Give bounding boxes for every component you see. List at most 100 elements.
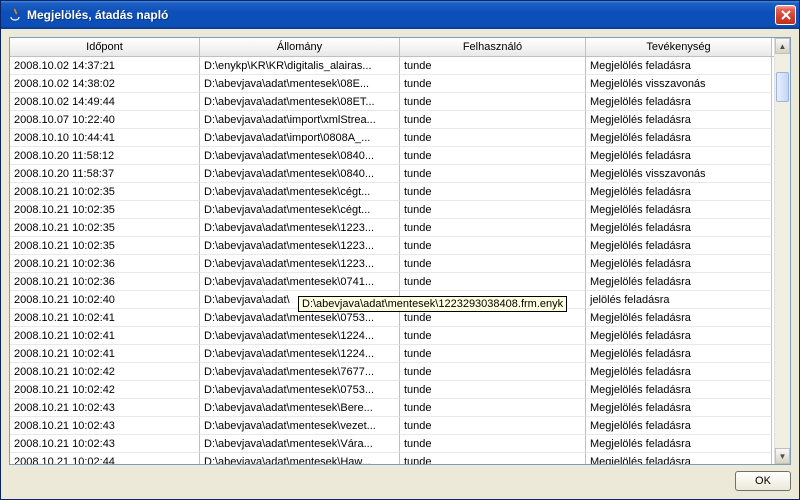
titlebar[interactable]: Megjelölés, átadás napló [1,1,799,29]
table-cell: tunde [400,417,586,435]
table-row[interactable]: 2008.10.10 10:44:41D:\abevjava\adat\impo… [10,129,790,147]
cell-tooltip: D:\abevjava\adat\mentesek\1223293038408.… [298,296,567,312]
table-cell: Megjelölés feladásra [586,381,772,399]
table-cell: D:\abevjava\adat\mentesek\cégt... [200,183,400,201]
table-cell: Megjelölés feladásra [586,201,772,219]
column-header-time[interactable]: Időpont [10,38,200,56]
table-cell: 2008.10.21 10:02:40 [10,291,200,309]
table-row[interactable]: 2008.10.20 11:58:37D:\abevjava\adat\ment… [10,165,790,183]
table-cell: tunde [400,219,586,237]
table-cell: 2008.10.21 10:02:43 [10,417,200,435]
table-cell: Megjelölés feladásra [586,183,772,201]
table-cell: tunde [400,129,586,147]
table-cell: 2008.10.21 10:02:36 [10,255,200,273]
table-cell: tunde [400,183,586,201]
table-cell: Megjelölés feladásra [586,111,772,129]
close-button[interactable] [775,5,796,25]
table-cell: 2008.10.02 14:38:02 [10,75,200,93]
table-cell: Megjelölés feladásra [586,147,772,165]
table-cell: 2008.10.21 10:02:35 [10,201,200,219]
table-row[interactable]: 2008.10.21 10:02:44D:\abevjava\adat\ment… [10,453,790,464]
scroll-down-button[interactable]: ▼ [775,448,790,464]
table-row[interactable]: 2008.10.07 10:22:40D:\abevjava\adat\impo… [10,111,790,129]
scroll-track[interactable] [775,54,790,448]
table-row[interactable]: 2008.10.21 10:02:35D:\abevjava\adat\ment… [10,219,790,237]
table-cell: D:\abevjava\adat\mentesek\Vára... [200,435,400,453]
ok-button[interactable]: OK [735,471,791,491]
table-cell: tunde [400,75,586,93]
table-row[interactable]: 2008.10.02 14:37:21D:\enykp\KR\KR\digita… [10,57,790,75]
table-row[interactable]: 2008.10.21 10:02:36D:\abevjava\adat\ment… [10,273,790,291]
table-cell: D:\enykp\KR\KR\digitalis_alairas... [200,57,400,75]
table-cell: tunde [400,363,586,381]
table-cell: tunde [400,57,586,75]
table-cell: D:\abevjava\adat\mentesek\0840... [200,165,400,183]
table-cell: 2008.10.21 10:02:41 [10,309,200,327]
table-row[interactable]: 2008.10.02 14:38:02D:\abevjava\adat\ment… [10,75,790,93]
table-row[interactable]: 2008.10.20 11:58:12D:\abevjava\adat\ment… [10,147,790,165]
table-cell: tunde [400,255,586,273]
table-cell: D:\abevjava\adat\mentesek\08ET... [200,93,400,111]
table-cell: Megjelölés feladásra [586,273,772,291]
table-cell: 2008.10.02 14:37:21 [10,57,200,75]
table-cell: D:\abevjava\adat\mentesek\Bere... [200,399,400,417]
column-header-file[interactable]: Állomány [200,38,400,56]
table-row[interactable]: 2008.10.02 14:49:44D:\abevjava\adat\ment… [10,93,790,111]
table-row[interactable]: 2008.10.21 10:02:41D:\abevjava\adat\ment… [10,345,790,363]
table-cell: D:\abevjava\adat\mentesek\Haw... [200,453,400,464]
table-row[interactable]: 2008.10.21 10:02:42D:\abevjava\adat\ment… [10,363,790,381]
table-cell: tunde [400,165,586,183]
table-row[interactable]: 2008.10.21 10:02:35D:\abevjava\adat\ment… [10,237,790,255]
column-header-user[interactable]: Felhasználó [400,38,586,56]
table-cell: D:\abevjava\adat\mentesek\0753... [200,381,400,399]
table-header: Időpont Állomány Felhasználó Tevékenység [10,38,790,57]
table-cell: Megjelölés feladásra [586,57,772,75]
scroll-up-button[interactable]: ▲ [775,38,790,54]
table-row[interactable]: 2008.10.21 10:02:42D:\abevjava\adat\ment… [10,381,790,399]
table-cell: tunde [400,201,586,219]
table-cell: D:\abevjava\adat\mentesek\0741... [200,273,400,291]
table-cell: tunde [400,435,586,453]
table-row[interactable]: 2008.10.21 10:02:41D:\abevjava\adat\ment… [10,327,790,345]
table-cell: tunde [400,327,586,345]
table-row[interactable]: 2008.10.21 10:02:36D:\abevjava\adat\ment… [10,255,790,273]
table-cell: 2008.10.07 10:22:40 [10,111,200,129]
table-cell: Megjelölés feladásra [586,453,772,464]
table-cell: 2008.10.21 10:02:35 [10,183,200,201]
table-cell: D:\abevjava\adat\mentesek\7677... [200,363,400,381]
table-row[interactable]: 2008.10.21 10:02:35D:\abevjava\adat\ment… [10,183,790,201]
table-cell: Megjelölés feladásra [586,363,772,381]
scroll-thumb[interactable] [776,72,789,102]
content-area: Időpont Állomány Felhasználó Tevékenység… [1,29,799,499]
table-cell: Megjelölés feladásra [586,435,772,453]
dialog-window: Megjelölés, átadás napló Időpont Állomán… [0,0,800,500]
column-header-activity[interactable]: Tevékenység [586,38,772,56]
vertical-scrollbar[interactable]: ▲ ▼ [774,38,790,464]
table-cell: D:\abevjava\adat\mentesek\1223... [200,255,400,273]
table-cell: 2008.10.10 10:44:41 [10,129,200,147]
table-cell: Megjelölés feladásra [586,345,772,363]
close-icon [781,10,791,20]
table-cell: tunde [400,93,586,111]
table-row[interactable]: 2008.10.21 10:02:43D:\abevjava\adat\ment… [10,435,790,453]
table-cell: tunde [400,345,586,363]
table-cell: Megjelölés feladásra [586,309,772,327]
table-cell: Megjelölés feladásra [586,399,772,417]
table-row[interactable]: 2008.10.21 10:02:35D:\abevjava\adat\ment… [10,201,790,219]
table-cell: tunde [400,399,586,417]
table-cell: D:\abevjava\adat\import\xmlStrea... [200,111,400,129]
table-cell: 2008.10.20 11:58:12 [10,147,200,165]
table-cell: D:\abevjava\adat\mentesek\1224... [200,345,400,363]
table-cell: tunde [400,453,586,464]
table-cell: D:\abevjava\adat\mentesek\1223... [200,219,400,237]
table-cell: 2008.10.21 10:02:35 [10,237,200,255]
table-cell: Megjelölés feladásra [586,129,772,147]
table-row[interactable]: 2008.10.21 10:02:43D:\abevjava\adat\ment… [10,399,790,417]
table-cell: Megjelölés feladásra [586,219,772,237]
table-cell: D:\abevjava\adat\mentesek\1223... [200,237,400,255]
table-cell: Megjelölés visszavonás [586,75,772,93]
table-cell: jelölés feladásra [586,291,772,309]
table-row[interactable]: 2008.10.21 10:02:43D:\abevjava\adat\ment… [10,417,790,435]
table-cell: D:\abevjava\adat\mentesek\1224... [200,327,400,345]
table-cell: D:\abevjava\adat\mentesek\08E... [200,75,400,93]
